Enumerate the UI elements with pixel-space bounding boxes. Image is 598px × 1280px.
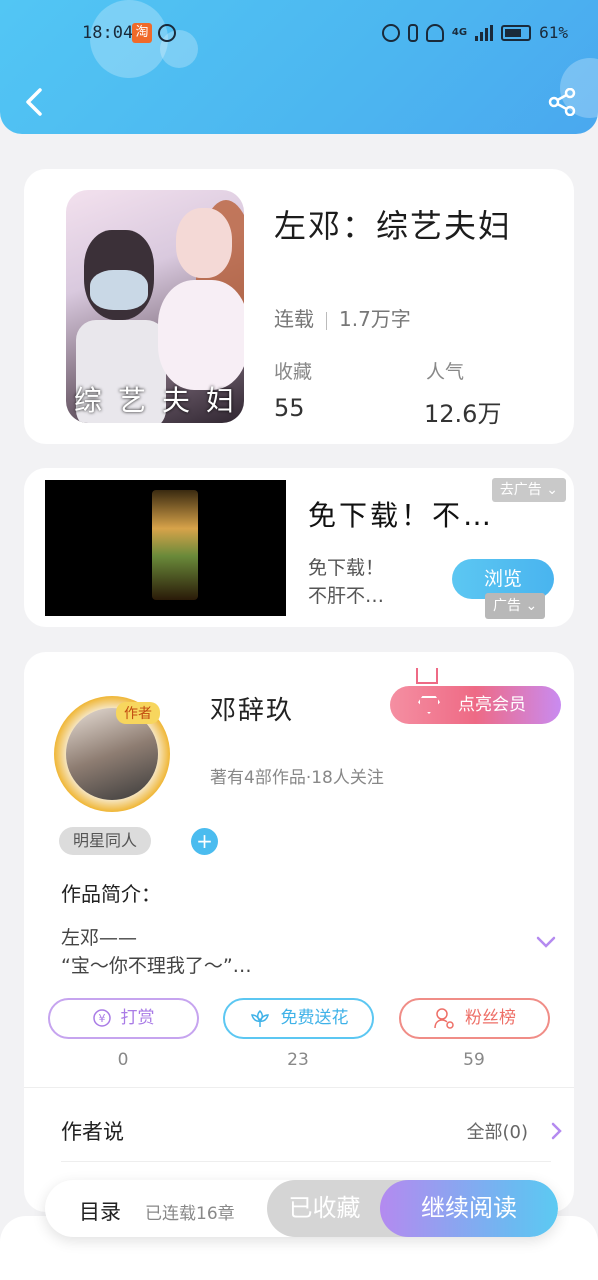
author-says-label: 作者说 [61, 1120, 124, 1144]
popularity-label: 人气 [426, 361, 465, 383]
svg-text:¥: ¥ [98, 1012, 105, 1025]
crown-icon [416, 668, 438, 684]
yuan-coin-icon: ¥ [92, 1009, 111, 1027]
flower-count: 23 [287, 1050, 309, 1070]
book-cover[interactable]: 综 艺 夫 妇 [66, 190, 244, 423]
ad-video[interactable] [45, 480, 286, 616]
remove-ad-button[interactable]: 去广告 ⌄ [491, 478, 566, 502]
ad-title[interactable]: 免下载！不… [308, 494, 494, 534]
author-badge: 作者 [116, 702, 160, 724]
status-icons: 4G 61% [381, 23, 568, 42]
author-name[interactable]: 邓辞玖 [210, 690, 294, 727]
signal-icon [475, 24, 494, 41]
intro-text: 左邓—— “宝～你不理我了～”… [61, 927, 252, 977]
notification-app-icon [158, 24, 176, 42]
ad-poster-image [152, 490, 198, 600]
ad-description: 免下载！ 不肝不… [308, 557, 385, 607]
word-count: 1.7万字 [339, 307, 411, 331]
author-stats: 著有4部作品·18人关注 [210, 768, 384, 788]
divider [24, 1087, 574, 1088]
status-time: 18:04 [82, 23, 134, 43]
bottom-action-bar: 目录 已连载16章 已收藏 继续阅读 [45, 1180, 558, 1237]
serial-status: 连载 [274, 307, 314, 331]
vip-button[interactable]: 点亮会员 [390, 686, 561, 724]
popularity-value: 12.6万 [424, 400, 502, 428]
book-info-card: 综 艺 夫 妇 左邓：综艺夫妇 连载 1.7万字 收藏 55 人气 12.6万 [24, 169, 574, 444]
ad-card[interactable]: 免下载！不… 免下载！ 不肝不… 去广告 ⌄ 浏览 广告 ⌄ [24, 468, 574, 627]
network-indicator: 4G [451, 27, 468, 38]
book-meta: 连载 1.7万字 [274, 303, 411, 332]
mute-bell-icon [425, 23, 444, 42]
flower-icon [250, 1009, 269, 1027]
status-bar: 18:04 淘 4G 61% [0, 18, 598, 50]
add-tag-button[interactable]: + [191, 828, 218, 855]
author-avatar[interactable]: 作者 [54, 696, 170, 812]
category-tag[interactable]: 明星同人 [59, 827, 152, 855]
author-card: 作者 邓辞玖 著有4部作品·18人关注 点亮会员 明星同人 + 作品简介： 左邓… [24, 652, 574, 1212]
back-arrow-icon[interactable] [22, 86, 46, 118]
book-title: 左邓：综艺夫妇 [274, 207, 513, 245]
chapter-count[interactable]: 已连载16章 [145, 1199, 235, 1224]
diamond-icon [418, 696, 440, 714]
reward-count: 0 [117, 1050, 129, 1070]
ad-label[interactable]: 广告 ⌄ [485, 593, 546, 619]
send-flower-button[interactable]: 免费送花 [223, 998, 374, 1039]
intro-label: 作品简介： [61, 882, 161, 906]
battery-level: 61% [539, 23, 568, 42]
battery-icon [501, 24, 532, 41]
fans-count: 59 [463, 1050, 485, 1070]
chevron-down-icon[interactable] [536, 935, 556, 949]
toc-button[interactable]: 目录 [79, 1196, 121, 1226]
user-rank-icon [434, 1008, 454, 1029]
taobao-icon: 淘 [132, 23, 152, 43]
divider [61, 1161, 551, 1162]
share-icon[interactable] [548, 88, 576, 116]
cover-title: 综 艺 夫 妇 [74, 384, 234, 417]
view-all-link[interactable]: 全部(0) [467, 1118, 529, 1144]
fan-ranking-button[interactable]: 粉丝榜 [399, 998, 550, 1039]
favorites-label: 收藏 [274, 361, 313, 383]
bluetooth-icon [407, 23, 418, 42]
continue-reading-button[interactable]: 继续阅读 [380, 1180, 558, 1237]
favorites-value: 55 [274, 394, 305, 422]
alarm-icon [381, 23, 400, 42]
reward-button[interactable]: ¥ 打赏 [48, 998, 199, 1039]
chevron-right-icon[interactable] [550, 1122, 562, 1140]
top-header: 18:04 淘 4G 61% [0, 0, 598, 134]
